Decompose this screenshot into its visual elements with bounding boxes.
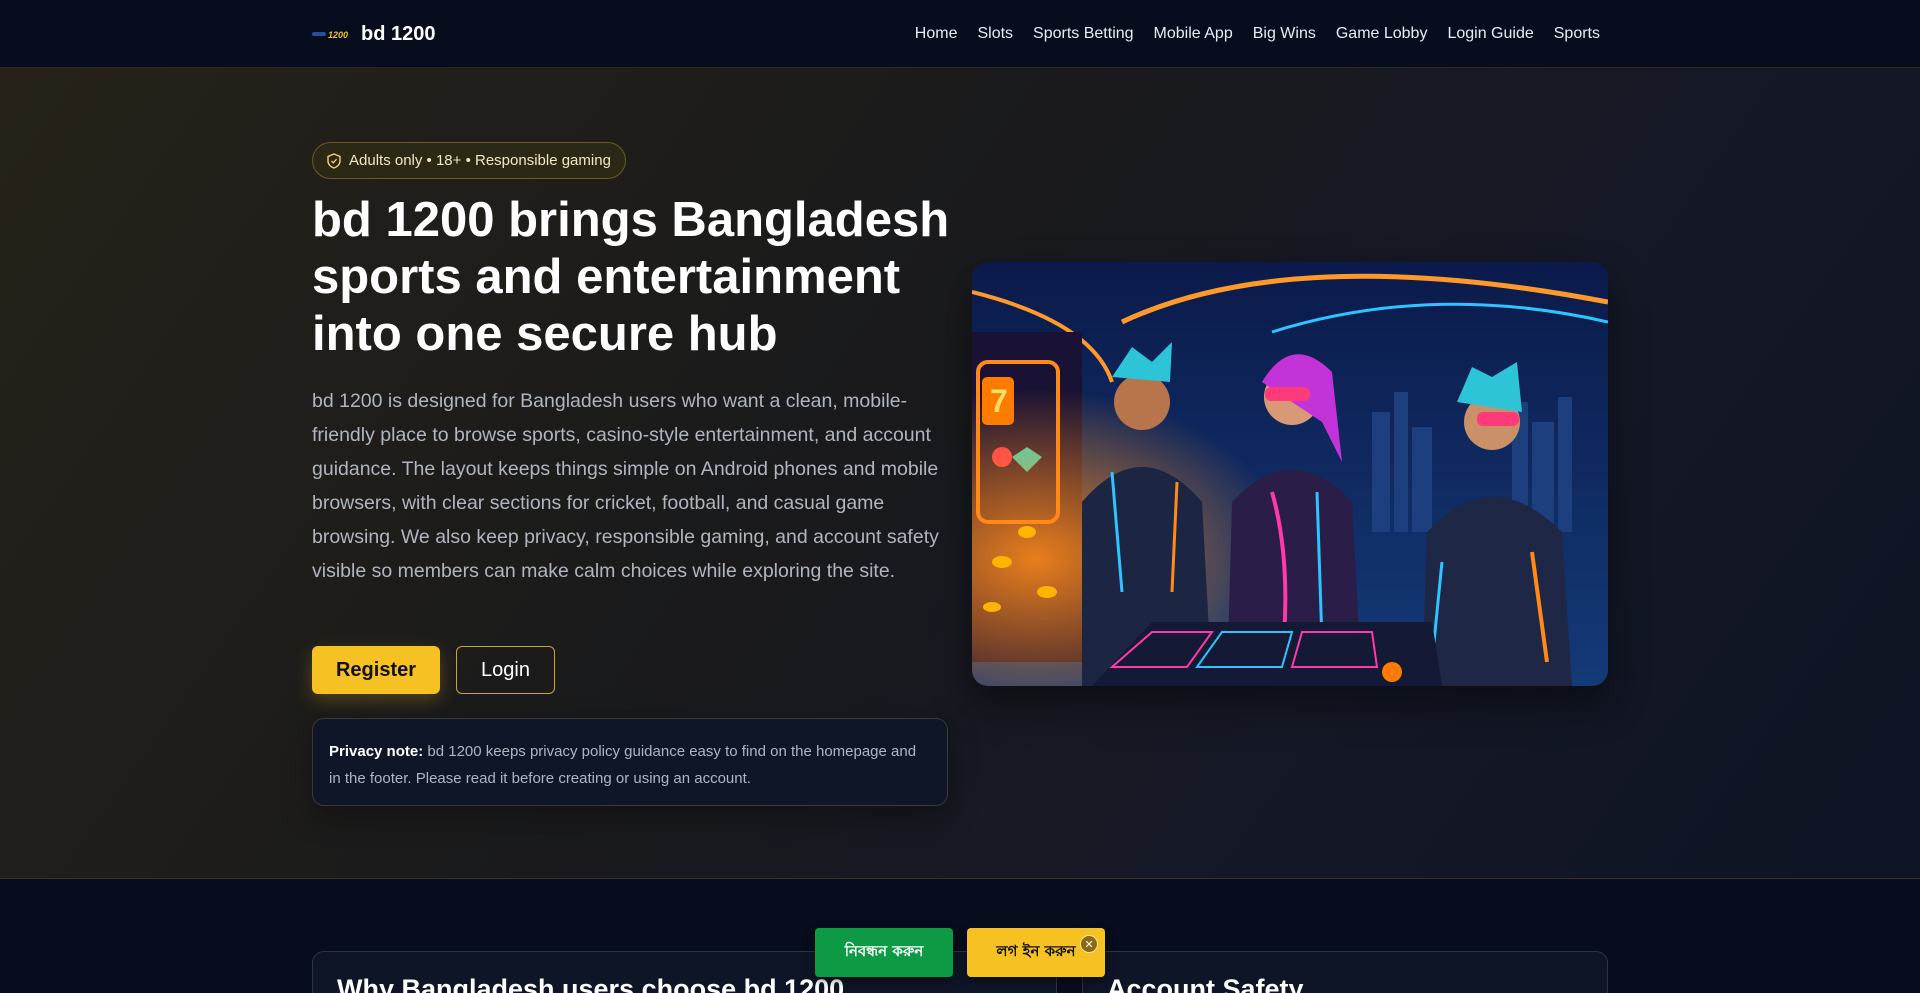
privacy-note-label: Privacy note:	[329, 743, 424, 760]
age-badge-text: Adults only • 18+ • Responsible gaming	[349, 152, 611, 169]
account-safety-title: Account Safety	[1107, 974, 1304, 993]
hero-title: bd 1200 brings Bangladesh sports and ent…	[312, 193, 950, 361]
floating-register-button[interactable]: নিবন্ধন করুন	[815, 928, 953, 977]
account-safety-card: Account Safety	[1082, 951, 1608, 993]
nav-game-lobby[interactable]: Game Lobby	[1336, 25, 1428, 43]
features-section: Why Bangladesh users choose bd 1200 Acco…	[0, 879, 1920, 993]
privacy-note: Privacy note: bd 1200 keeps privacy poli…	[312, 718, 948, 806]
login-button[interactable]: Login	[456, 646, 555, 694]
nav-sports[interactable]: Sports	[1554, 25, 1600, 43]
brand[interactable]: 1200 bd 1200	[312, 0, 435, 68]
register-button[interactable]: Register	[312, 646, 440, 694]
nav-slots[interactable]: Slots	[977, 25, 1013, 43]
brand-name: bd 1200	[361, 22, 436, 45]
hero-section: Adults only • 18+ • Responsible gaming b…	[0, 68, 1920, 879]
nav-home[interactable]: Home	[915, 25, 958, 43]
hero-description: bd 1200 is designed for Bangladesh users…	[312, 390, 939, 582]
brand-logo-text: 1200	[328, 30, 348, 40]
brand-logo: 1200	[312, 27, 352, 41]
nav-big-wins[interactable]: Big Wins	[1253, 25, 1316, 43]
shield-icon	[327, 152, 341, 169]
close-icon[interactable]: ✕	[1080, 935, 1098, 953]
nav-sports-betting[interactable]: Sports Betting	[1033, 25, 1134, 43]
main-nav: Home Slots Sports Betting Mobile App Big…	[915, 0, 1600, 68]
nav-login-guide[interactable]: Login Guide	[1447, 25, 1533, 43]
nav-mobile-app[interactable]: Mobile App	[1154, 25, 1233, 43]
site-header: 1200 bd 1200 Home Slots Sports Betting M…	[0, 0, 1920, 68]
why-choose-title: Why Bangladesh users choose bd 1200	[337, 974, 845, 993]
hero-illustration: 7	[972, 262, 1608, 686]
age-badge: Adults only • 18+ • Responsible gaming	[312, 142, 626, 179]
